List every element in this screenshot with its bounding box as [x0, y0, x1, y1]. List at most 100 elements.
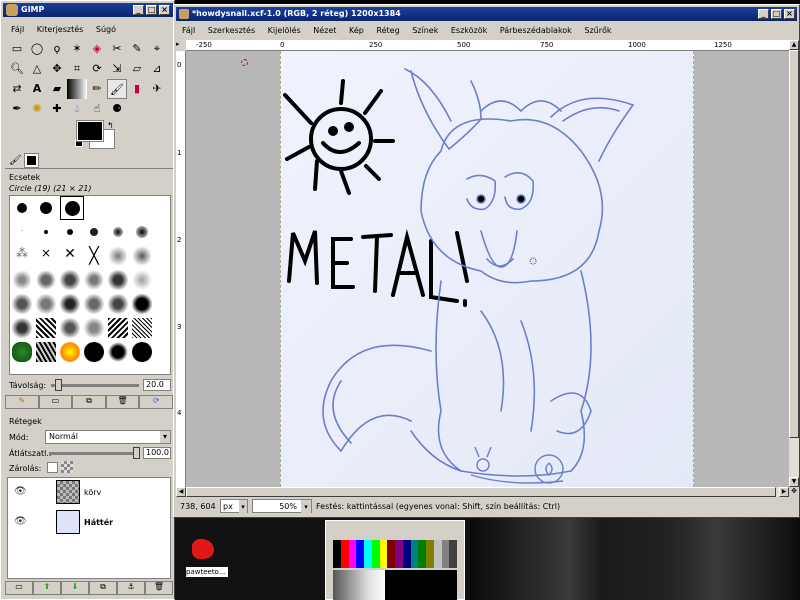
opacity-slider[interactable]	[49, 452, 137, 455]
menu-extensions[interactable]: Kiterjesztés	[37, 25, 84, 34]
brush-item[interactable]	[60, 270, 80, 290]
horizontal-scrollbar[interactable]: ◀ ▶	[176, 487, 789, 497]
maximize-button[interactable]: □	[771, 9, 782, 19]
blur-icon[interactable]: 💧︎	[67, 99, 87, 119]
brush-item[interactable]	[84, 342, 104, 362]
paintbrush-icon[interactable]: 🖌︎	[107, 79, 127, 99]
scroll-right-arrow-icon[interactable]: ▶	[779, 487, 789, 497]
scroll-left-arrow-icon[interactable]: ◀	[176, 487, 186, 497]
close-button[interactable]: ×	[159, 5, 170, 15]
mode-select[interactable]: Normál ▾	[45, 430, 171, 444]
palette-swatch[interactable]	[364, 540, 372, 568]
brush-item[interactable]	[132, 270, 152, 290]
palette-swatch[interactable]	[379, 540, 388, 568]
scroll-down-arrow-icon[interactable]: ▼	[789, 477, 799, 487]
text-icon[interactable]: A	[27, 79, 47, 99]
brush-item[interactable]: ⁂	[12, 246, 32, 266]
menu-select[interactable]: Kijelölés	[268, 26, 301, 35]
vertical-scroll-thumb[interactable]	[789, 50, 799, 438]
zoom-icon[interactable]: 🔍︎	[7, 59, 27, 79]
brush-item[interactable]	[108, 270, 128, 290]
opacity-value[interactable]: 100.0	[143, 447, 171, 459]
palette-swatch[interactable]	[433, 540, 442, 568]
blend-icon[interactable]	[67, 79, 87, 99]
anchor-layer-icon[interactable]: ⚓	[117, 581, 145, 595]
lock-alpha-checkbox[interactable]	[47, 462, 58, 473]
brush-item[interactable]	[132, 342, 152, 362]
brush-tab-icon[interactable]: 🖌︎	[9, 155, 22, 167]
close-button[interactable]: ×	[784, 9, 795, 19]
brush-item[interactable]	[12, 198, 32, 218]
swap-colors-icon[interactable]: ↰	[107, 121, 114, 130]
brush-item[interactable]	[60, 318, 80, 338]
lower-layer-icon[interactable]: ⬇	[61, 581, 89, 595]
rect-select-icon[interactable]: ▭	[7, 39, 27, 59]
palette-swatch[interactable]	[371, 540, 380, 568]
brush-item[interactable]	[12, 318, 32, 338]
brush-item[interactable]	[84, 270, 104, 290]
brush-item[interactable]	[108, 222, 128, 242]
edit-brush-icon[interactable]: ✎	[5, 395, 39, 409]
crop-icon[interactable]: ⌗	[67, 59, 87, 79]
vertical-scrollbar[interactable]: ▲ ▼	[789, 40, 799, 487]
desktop-icon-paw[interactable]: pawteeto...	[186, 537, 228, 579]
color-select-icon[interactable]: ◈	[87, 39, 107, 59]
palette-swatch[interactable]	[356, 540, 364, 568]
brush-item[interactable]: ✕	[60, 246, 80, 266]
palette-swatch[interactable]	[333, 540, 341, 568]
palette-swatch[interactable]	[410, 540, 419, 568]
delete-brush-icon[interactable]: 🗑︎	[105, 395, 140, 409]
brush-item[interactable]	[84, 318, 104, 338]
raise-layer-icon[interactable]: ⬆	[33, 581, 61, 595]
eye-icon[interactable]: 👁︎	[14, 516, 27, 527]
foreground-color[interactable]	[76, 120, 104, 142]
heal-icon[interactable]: ✚	[47, 99, 67, 119]
brush-item[interactable]	[36, 294, 56, 314]
menu-tools[interactable]: Eszközök	[451, 26, 487, 35]
palette-swatch[interactable]	[348, 540, 357, 568]
ellipse-select-icon[interactable]: ◯	[27, 39, 47, 59]
brush-item[interactable]	[108, 318, 128, 338]
brush-item[interactable]	[36, 270, 56, 290]
refresh-brushes-icon[interactable]: ⟳	[139, 395, 173, 409]
menu-file[interactable]: Fájl	[182, 26, 195, 35]
brush-item[interactable]	[60, 294, 80, 314]
brush-item[interactable]	[36, 222, 56, 242]
brush-item[interactable]	[12, 294, 32, 314]
brush-item[interactable]	[36, 198, 56, 218]
brush-item[interactable]	[60, 222, 80, 242]
opacity-slider-handle[interactable]	[133, 447, 140, 459]
new-brush-icon[interactable]: ▭	[38, 395, 73, 409]
brush-item[interactable]	[132, 222, 152, 242]
spacing-slider[interactable]	[51, 384, 139, 387]
spacing-value[interactable]: 20.0	[143, 379, 171, 391]
menu-arrow-icon[interactable]: ▸	[176, 40, 186, 50]
menu-view[interactable]: Nézet	[313, 26, 336, 35]
brush-item-selected[interactable]	[60, 196, 84, 220]
palette-swatch[interactable]	[449, 540, 457, 568]
brush-item[interactable]	[60, 342, 80, 362]
brush-item[interactable]	[132, 294, 152, 314]
color-picker-icon[interactable]: ⌖	[147, 39, 167, 59]
brush-grid[interactable]: · ⁂ × ✕ ╳	[9, 195, 171, 375]
palette-swatch[interactable]	[387, 540, 395, 568]
brush-item[interactable]	[84, 294, 104, 314]
lasso-icon[interactable]: ϙ	[47, 39, 67, 59]
brush-item[interactable]	[36, 342, 56, 362]
brush-item[interactable]: ×	[36, 246, 56, 266]
brush-item[interactable]	[132, 246, 152, 266]
paths-icon[interactable]: ✎	[127, 39, 147, 59]
flip-icon[interactable]: ⇄	[7, 79, 27, 99]
zoom-select[interactable]: 50% ▾	[252, 499, 312, 514]
horizontal-scroll-thumb[interactable]	[186, 487, 776, 497]
menu-help[interactable]: Súgó	[96, 25, 116, 34]
eraser-icon[interactable]: ▮	[127, 79, 147, 99]
layer-row[interactable]: 👁︎ Háttér	[8, 508, 170, 536]
move-icon[interactable]: ✥	[47, 59, 67, 79]
scroll-up-arrow-icon[interactable]: ▲	[789, 40, 799, 50]
clone-icon[interactable]: ✺	[27, 99, 47, 119]
menu-edit[interactable]: Szerkesztés	[208, 26, 255, 35]
maximize-button[interactable]: □	[146, 5, 157, 15]
brush-item[interactable]: ·	[12, 222, 32, 242]
duplicate-layer-icon[interactable]: ⧉	[89, 581, 117, 595]
